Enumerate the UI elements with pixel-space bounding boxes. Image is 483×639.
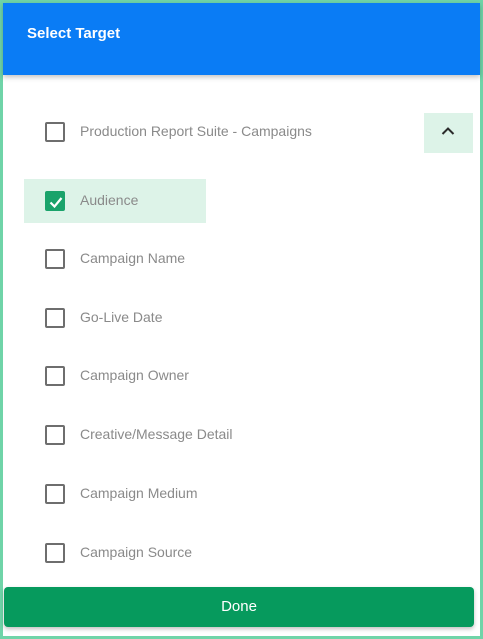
list-item-go-live-date[interactable]: Go-Live Date: [3, 298, 480, 338]
creative-message-detail-label: Creative/Message Detail: [80, 426, 233, 442]
go-live-date-checkbox[interactable]: [45, 308, 65, 328]
campaign-medium-checkbox[interactable]: [45, 484, 65, 504]
creative-message-detail-checkbox[interactable]: [45, 425, 65, 445]
report-suite-label: Production Report Suite - Campaigns: [80, 123, 312, 139]
list-item-audience[interactable]: Audience: [3, 179, 480, 223]
select-target-dialog: Select Target Production Report Suite - …: [0, 0, 483, 639]
parent-row-report-suite[interactable]: Production Report Suite - Campaigns: [3, 112, 480, 152]
report-suite-checkbox[interactable]: [45, 122, 65, 142]
dialog-header: Select Target: [3, 3, 480, 75]
campaign-source-checkbox[interactable]: [45, 543, 65, 563]
campaign-name-checkbox[interactable]: [45, 249, 65, 269]
audience-checkbox[interactable]: [45, 191, 65, 211]
list-item-campaign-name[interactable]: Campaign Name: [3, 239, 480, 279]
campaign-owner-checkbox[interactable]: [45, 366, 65, 386]
list-item-campaign-medium[interactable]: Campaign Medium: [3, 474, 480, 514]
chevron-up-icon: [441, 127, 455, 135]
campaign-source-label: Campaign Source: [80, 544, 193, 560]
list-item-campaign-owner[interactable]: Campaign Owner: [3, 356, 480, 396]
go-live-date-label: Go-Live Date: [80, 309, 163, 325]
campaign-name-label: Campaign Name: [80, 250, 186, 266]
checkmark-icon: [49, 197, 63, 209]
campaign-owner-label: Campaign Owner: [80, 367, 189, 383]
dialog-title: Select Target: [27, 25, 121, 42]
campaign-medium-label: Campaign Medium: [80, 485, 198, 501]
list-item-campaign-source[interactable]: Campaign Source: [3, 533, 480, 573]
done-button[interactable]: Done: [4, 587, 474, 627]
audience-label: Audience: [80, 192, 139, 208]
list-item-creative-message-detail[interactable]: Creative/Message Detail: [3, 415, 480, 455]
collapse-button[interactable]: [424, 113, 473, 153]
